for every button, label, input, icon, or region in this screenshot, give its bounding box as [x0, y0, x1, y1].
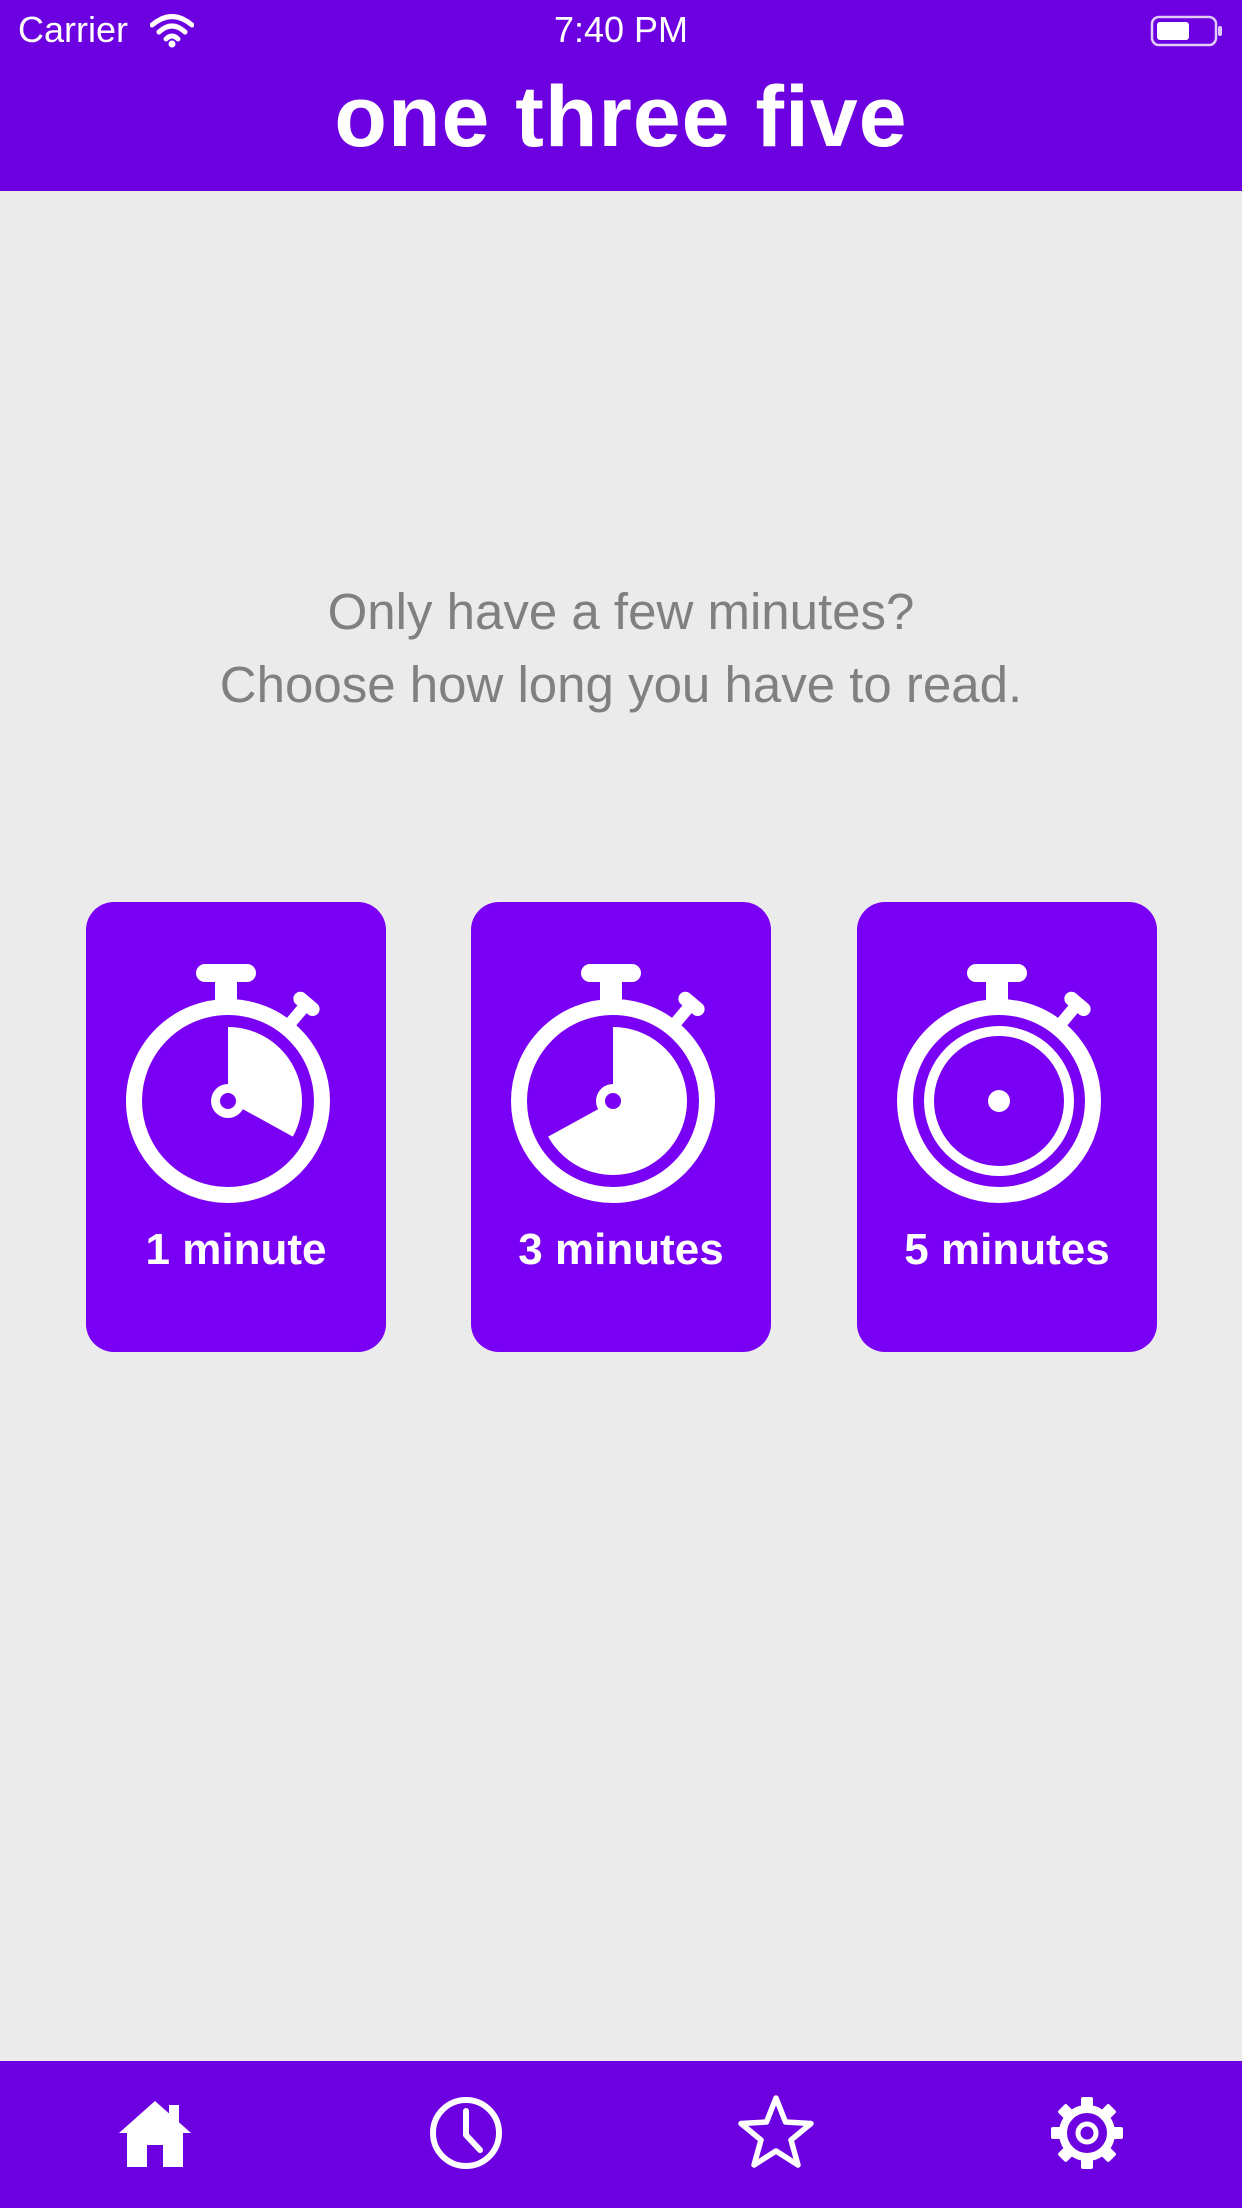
five-minutes-button[interactable]: 5 minutes	[857, 902, 1157, 1352]
tab-home[interactable]	[75, 2061, 235, 2208]
prompt-line-2: Choose how long you have to read.	[219, 656, 1023, 713]
battery-icon	[1150, 15, 1222, 47]
one-minute-button[interactable]: 1 minute	[86, 902, 386, 1352]
app-title: one three five	[334, 69, 908, 165]
one-minute-label: 1 minute	[145, 1225, 327, 1274]
tab-history[interactable]	[386, 2061, 546, 2208]
gear-icon	[1051, 2097, 1123, 2169]
three-minutes-label: 3 minutes	[518, 1225, 724, 1274]
tab-favorites[interactable]	[696, 2061, 856, 2208]
status-time: 7:40 PM	[553, 9, 689, 50]
home-icon	[119, 2101, 191, 2167]
five-minutes-label: 5 minutes	[904, 1225, 1110, 1274]
three-minutes-button[interactable]: 3 minutes	[471, 902, 771, 1352]
prompt-text: Only have a few minutes? Choose how long…	[0, 575, 1242, 721]
stopwatch-icon	[126, 964, 330, 1203]
stopwatch-icon	[511, 964, 715, 1203]
star-icon	[738, 2095, 814, 2168]
status-bar: Carrier 7:40 PM	[0, 0, 1242, 60]
tab-settings[interactable]	[1007, 2061, 1167, 2208]
prompt-line-1: Only have a few minutes?	[327, 583, 915, 640]
clock-icon	[430, 2097, 502, 2169]
stopwatch-icon	[897, 964, 1101, 1203]
app-header: Carrier 7:40 PM one three five	[0, 0, 1242, 191]
tab-bar	[0, 2061, 1242, 2208]
